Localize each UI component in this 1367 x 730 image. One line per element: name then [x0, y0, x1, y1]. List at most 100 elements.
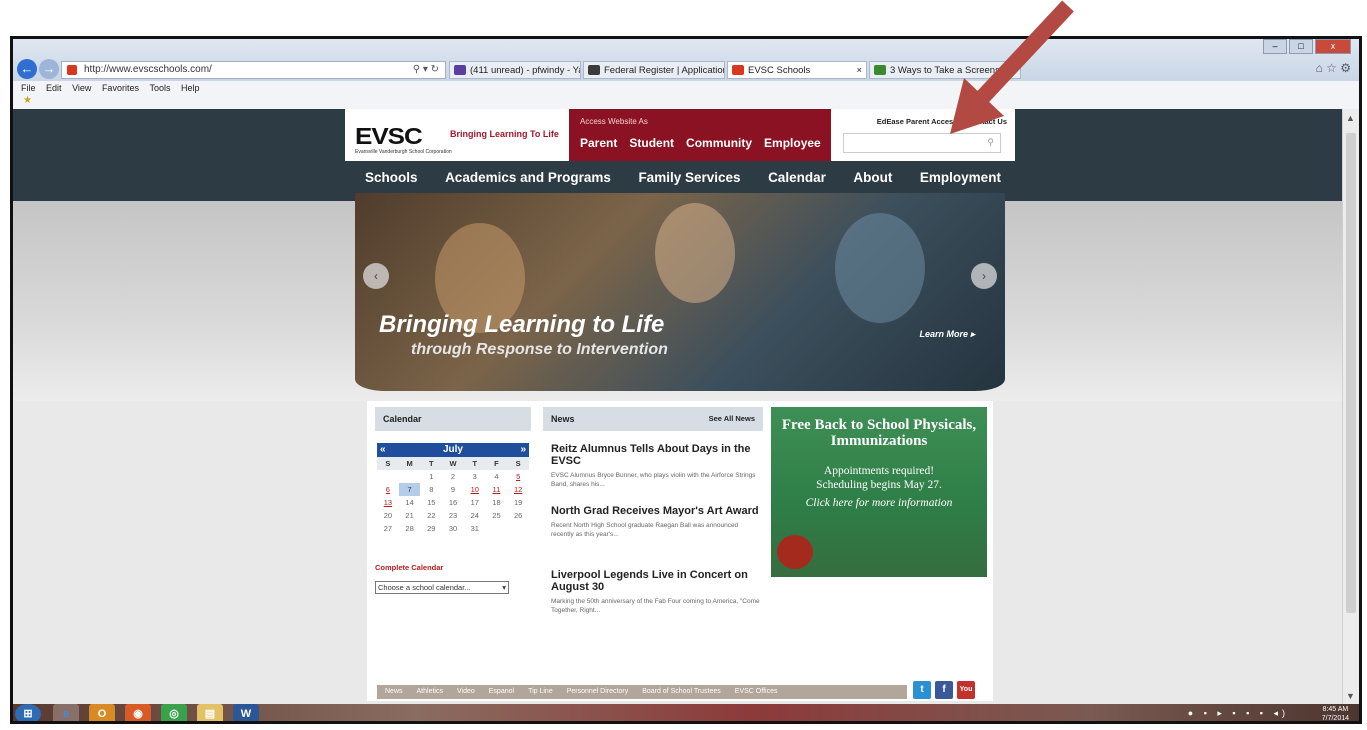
- menu-edit[interactable]: Edit: [46, 81, 62, 95]
- menu-tools[interactable]: Tools: [149, 81, 170, 95]
- menu-view[interactable]: View: [72, 81, 91, 95]
- logo-subtitle: Evansville Vanderburgh School Corporatio…: [355, 149, 452, 155]
- access-label: Access Website As: [580, 117, 648, 126]
- menu-file[interactable]: File: [21, 81, 36, 95]
- forward-button[interactable]: →: [39, 59, 59, 79]
- window-controls: – □ x: [1263, 39, 1351, 54]
- footer-video-link[interactable]: Video: [457, 685, 475, 699]
- nav-employment[interactable]: Employment: [920, 170, 1001, 185]
- word-taskbar-icon[interactable]: W: [233, 704, 259, 721]
- chrome-taskbar-icon[interactable]: ◎: [161, 704, 187, 721]
- nav-about[interactable]: About: [853, 170, 892, 185]
- school-calendar-select[interactable]: Choose a school calendar... ▾: [375, 581, 509, 594]
- scroll-down-icon[interactable]: ▼: [1346, 691, 1355, 701]
- hero-learn-more-link[interactable]: Learn More ▸: [919, 329, 975, 340]
- calendar-month: July: [442, 444, 463, 455]
- calendar-week: 12345: [429, 472, 521, 481]
- calendar-month-bar: « July »: [377, 443, 529, 457]
- hero-headline: Bringing Learning to Life: [379, 311, 665, 338]
- menu-help[interactable]: Help: [181, 81, 200, 95]
- system-tray-icons[interactable]: ● ▪ ▸ ▪ ▪ ▪ ◂): [1188, 708, 1289, 719]
- logo-mark: EVSC: [355, 122, 423, 150]
- news-item[interactable]: North Grad Receives Mayor's Art Award Re…: [551, 505, 761, 539]
- footer-news-link[interactable]: News: [385, 685, 403, 699]
- logo-tagline: Bringing Learning To Life: [450, 129, 559, 139]
- back-button[interactable]: ←: [17, 59, 37, 79]
- search-refresh-icon[interactable]: ⚲ ▾ ↻: [413, 62, 439, 78]
- close-button[interactable]: x: [1315, 39, 1351, 54]
- promo-cta: Click here for more information: [805, 497, 953, 509]
- news-item[interactable]: Liverpool Legends Live in Concert on Aug…: [551, 569, 761, 615]
- home-star-gear-icons[interactable]: ⌂ ☆ ⚙: [1316, 61, 1351, 75]
- start-button[interactable]: ⊞: [15, 704, 41, 721]
- prev-month-icon[interactable]: «: [380, 443, 386, 457]
- taskbar-clock[interactable]: 8:45 AM 7/7/2014: [1322, 705, 1349, 721]
- explorer-taskbar-icon[interactable]: ▤: [197, 704, 223, 721]
- web-page: EVSC Bringing Learning To Life Evansvill…: [13, 109, 1348, 705]
- hero-next-button[interactable]: ›: [971, 263, 997, 289]
- access-community-link[interactable]: Community: [686, 136, 752, 150]
- complete-calendar-link[interactable]: Complete Calendar: [375, 563, 443, 572]
- minimize-button[interactable]: –: [1263, 39, 1287, 54]
- footer-personnel-link[interactable]: Personnel Directory: [567, 685, 628, 699]
- mail-icon: [454, 65, 466, 75]
- promo-line2: Scheduling begins May 27.: [816, 479, 942, 491]
- footer-links: News Athletics Video Espanol Tip Line Pe…: [377, 685, 907, 699]
- access-parent-link[interactable]: Parent: [580, 136, 617, 150]
- youtube-icon[interactable]: You: [957, 681, 975, 699]
- evsc-icon: [732, 65, 744, 75]
- apple-icon: [777, 535, 813, 569]
- footer-tipline-link[interactable]: Tip Line: [528, 685, 553, 699]
- promo-line1: Appointments required!: [823, 465, 935, 477]
- page-scrollbar[interactable]: ▲ ▼: [1342, 109, 1359, 705]
- site-favicon-icon: [67, 65, 77, 75]
- tab-evsc-schools[interactable]: EVSC Schools ×: [727, 61, 867, 79]
- news-item[interactable]: Reitz Alumnus Tells About Days in the EV…: [551, 443, 761, 489]
- facebook-icon[interactable]: f: [935, 681, 953, 699]
- footer-offices-link[interactable]: EVSC Offices: [735, 685, 778, 699]
- footer-espanol-link[interactable]: Espanol: [489, 685, 514, 699]
- scroll-up-icon[interactable]: ▲: [1346, 113, 1355, 123]
- calendar-heading: Calendar: [375, 407, 531, 431]
- outlook-taskbar-icon[interactable]: O: [89, 704, 115, 721]
- content-area: Calendar « July » SMTWTFS 12345 6 7 8 9 10 11…: [367, 401, 993, 701]
- promo-title: Free Back to School Physicals, Immunizat…: [781, 417, 977, 449]
- favorites-star-icon[interactable]: ★: [23, 95, 32, 106]
- see-all-news-link[interactable]: See All News: [709, 407, 755, 431]
- twitter-icon[interactable]: t: [913, 681, 931, 699]
- footer-board-link[interactable]: Board of School Trustees: [642, 685, 721, 699]
- physicals-promo-banner[interactable]: Free Back to School Physicals, Immunizat…: [771, 407, 987, 577]
- hero-photo-figure: [655, 203, 735, 303]
- next-month-icon[interactable]: »: [520, 443, 526, 457]
- nav-family-services[interactable]: Family Services: [638, 170, 740, 185]
- nav-schools[interactable]: Schools: [365, 170, 418, 185]
- tab-close-icon[interactable]: ×: [856, 62, 862, 78]
- footer-athletics-link[interactable]: Athletics: [417, 685, 443, 699]
- access-student-link[interactable]: Student: [629, 136, 674, 150]
- favorites-bar: ★: [13, 95, 1359, 109]
- navigation-bar: ← → http://www.evscschools.com/ ⚲ ▾ ↻ (4…: [13, 59, 1359, 81]
- screenshot-frame: – □ x ← → http://www.evscschools.com/ ⚲ …: [10, 36, 1362, 724]
- calendar-grid: SMTWTFS 12345 6 7 8 9 10 11 12 13 14 15 16 17 18 19 …: [377, 457, 530, 535]
- menu-bar: File Edit View Favorites Tools Help: [13, 81, 1359, 95]
- news-heading: News See All News: [543, 407, 763, 431]
- nav-calendar[interactable]: Calendar: [768, 170, 826, 185]
- address-bar[interactable]: http://www.evscschools.com/ ⚲ ▾ ↻: [61, 61, 446, 79]
- scrollbar-thumb[interactable]: [1346, 133, 1356, 613]
- calendar-week: 27 28 29 30 31: [383, 524, 479, 533]
- firefox-taskbar-icon[interactable]: ◉: [125, 704, 151, 721]
- nav-academics[interactable]: Academics and Programs: [445, 170, 611, 185]
- tab-yahoo-mail[interactable]: (411 unread) - pfwindy - Yaho...: [449, 61, 581, 79]
- access-employee-link[interactable]: Employee: [764, 136, 821, 150]
- address-text: http://www.evscschools.com/: [84, 64, 212, 75]
- hero-prev-button[interactable]: ‹: [363, 263, 389, 289]
- fr-icon: [588, 65, 600, 75]
- hero-slideshow[interactable]: ‹ › Bringing Learning to Life through Re…: [355, 193, 1005, 391]
- evsc-logo[interactable]: EVSC Bringing Learning To Life Evansvill…: [345, 109, 569, 161]
- ie-taskbar-icon[interactable]: e: [53, 704, 79, 721]
- annotation-arrow-icon: [950, 0, 1074, 134]
- main-navigation: Schools Academics and Programs Family Se…: [345, 161, 1015, 193]
- menu-favorites[interactable]: Favorites: [102, 81, 139, 95]
- tab-federal-register[interactable]: Federal Register | Applications ...: [583, 61, 725, 79]
- maximize-button[interactable]: □: [1289, 39, 1313, 54]
